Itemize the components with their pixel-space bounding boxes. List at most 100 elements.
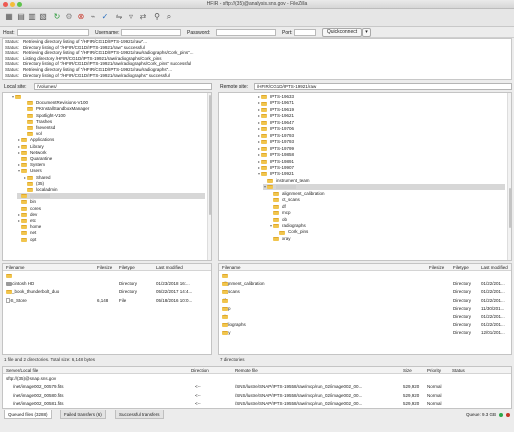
tree-item[interactable]: ▾ radiographs [269,223,505,229]
quickconnect-dropdown[interactable]: ▾ [362,28,371,37]
binoculars-icon[interactable]: ⌕ [164,12,174,22]
file-row[interactable]: .. [219,272,511,280]
site-manager-icon[interactable]: ▦ [4,12,14,22]
remote-path-input[interactable]: /HFIR/CG1D/IPTS-19921/raw [254,83,512,90]
tab-queued-files[interactable]: Queued files (3288) [4,410,52,419]
file-modified: 05/18/2016 10:0... [156,297,193,303]
col-filename[interactable]: Filename [6,264,25,271]
port-input[interactable] [294,29,316,36]
col-filetype[interactable]: Filetype [453,264,469,271]
queue-row[interactable]: /net/image002_00580.fits <-- /SNS/lustre/S… [3,392,511,400]
tree-item[interactable]: ▸ IPTS-19891 [257,159,505,165]
tab-successful-transfers[interactable]: Successful transfers [115,410,164,419]
file-type: Directory [453,289,472,295]
tree-item[interactable]: ▸ IPTS-19858 [257,152,505,158]
tree-item[interactable]: ▸ IPTS-19706 [257,126,505,132]
file-modified: 11/30/201... [481,305,505,311]
col-direction[interactable]: Direction [191,367,209,374]
col-filename[interactable]: Filename [222,264,241,271]
tree-item[interactable]: Cork_pins [275,229,505,235]
filter-icon[interactable]: ▿ [126,12,136,22]
tree-item[interactable]: ct_scans [269,197,505,203]
remote-file-list[interactable]: Filename Filesize Filetype Last modified… [218,263,512,355]
tree-item[interactable]: ▸ IPTS-19907 [257,165,505,171]
disconnect-icon[interactable]: ⌁ [88,12,98,22]
tree-item[interactable]: ▸ IPTS-19621 [257,113,505,119]
col-priority[interactable]: Priority [427,367,441,374]
tree-item[interactable]: ▸ IPTS-19793 [257,133,505,139]
reconnect-icon[interactable]: ✓ [100,12,110,22]
col-filesize[interactable]: Filesize [429,264,444,271]
file-row[interactable]: .DS_Store 6,148 File 05/18/2016 10:0... [3,297,211,305]
local-path-input[interactable]: /Volumes/ [34,83,212,90]
col-size[interactable]: Size [403,367,412,374]
file-row[interactable]: radiographs Directory 01/22/201... [219,321,511,329]
remote-directory-tree[interactable]: ▸ IPTS-19633 ▸ IPTS-19671 ▸ IPTS-19619 ▸ IPTS-1… [218,92,512,261]
username-input[interactable] [121,29,181,36]
remote-tree-scrollbar[interactable] [507,93,511,260]
tree-item-label: IPTS-19891 [270,158,295,164]
file-name: alignment_calibration [222,280,265,288]
search-icon[interactable]: ⚲ [152,12,162,22]
toggle-local-tree-icon[interactable]: ▥ [27,12,37,22]
tree-item[interactable]: mcp [269,210,505,216]
file-row[interactable]: xray Directory 12/01/201... [219,329,511,337]
tab-failed-transfers[interactable]: Failed transfers (6) [60,410,106,419]
tree-item[interactable]: ▾ IPTS-19921 [257,171,505,177]
tree-item[interactable]: ▸ IPTS-19793 [257,139,505,145]
tree-item[interactable]: ob [269,217,505,223]
col-status[interactable]: Status [452,367,465,374]
tree-item[interactable]: ▸ IPTS-19633 [257,94,505,100]
transfer-queue[interactable]: Server/Local file Direction Remote file … [2,366,512,409]
file-row[interactable]: ct_scans Directory 01/22/201... [219,288,511,296]
file-row[interactable]: df Directory 01/22/201... [219,297,511,305]
col-remote-file[interactable]: Remote file [235,367,258,374]
host-input[interactable] [17,29,89,36]
file-row[interactable]: mcp Directory 11/30/201... [219,305,511,313]
tree-item[interactable]: alignment_calibration [269,191,505,197]
tree-item[interactable]: opt [17,237,205,243]
tree-item[interactable]: instrument_team [263,178,505,184]
local-file-list[interactable]: Filename Filesize Filetype Last modified… [2,263,212,355]
quickconnect-bar: Host: Username: Password: Port: Quickcon… [0,27,514,38]
folder-icon [222,298,228,303]
col-last-modified[interactable]: Last modified [156,264,183,271]
col-filetype[interactable]: Filetype [119,264,135,271]
tree-item[interactable]: ▸ IPTS-19799 [257,146,505,152]
directory-comparison-icon[interactable]: ⇋ [114,12,124,22]
col-filesize[interactable]: Filesize [97,264,112,271]
folder-icon [21,212,27,217]
toggle-remote-tree-icon[interactable]: ▧ [38,12,48,22]
tree-item-label: IPTS-19793 [270,132,295,138]
sync-browsing-icon[interactable]: ⇄ [138,12,148,22]
refresh-icon[interactable]: ↻ [52,12,62,22]
local-tree-scrollbar[interactable] [207,93,211,260]
cancel-icon[interactable]: ⊗ [76,12,86,22]
process-queue-icon[interactable]: ⚙ [64,12,74,22]
tree-item[interactable]: df [269,204,505,210]
file-row[interactable]: alignment_calibration Directory 01/22/201.… [219,280,511,288]
file-row[interactable]: my_book_thunderbolt_duo Directory 05/22/20… [3,288,211,296]
file-row[interactable]: Macintosh HD Directory 01/23/2018 16:... [3,280,211,288]
remote-site-label: Remote site: [220,84,249,90]
tree-item[interactable]: ▸ IPTS-19671 [257,100,505,106]
queue-row[interactable]: /net/image002_00579.fits <-- /SNS/lustre/S… [3,383,511,391]
col-server-local-file[interactable]: Server/Local file [6,367,38,374]
folder-icon [261,127,267,132]
queue-row[interactable]: sftp://(35)@snap.sns.gov [3,375,511,383]
tree-item[interactable]: ▸ IPTS-19647 [257,120,505,126]
file-name: xray [222,329,231,337]
local-directory-tree[interactable]: ▾ DocumentRevisions-V100 PKInstallSandboxM… [2,92,212,261]
tree-item[interactable]: ▸ IPTS-19619 [257,107,505,113]
tree-item-selected[interactable]: ▾ [263,184,505,191]
file-type: Directory [453,330,472,336]
file-row[interactable]: ob Directory 01/22/201... [219,313,511,321]
password-input[interactable] [216,29,276,36]
toggle-log-icon[interactable]: ▤ [16,12,26,22]
queue-row[interactable]: /net/image002_00581.fits <-- /SNS/lustre/S… [3,400,511,408]
tree-item[interactable]: xray [269,236,505,242]
folder-icon [21,163,27,168]
quickconnect-button[interactable]: Quickconnect [322,28,362,37]
col-last-modified[interactable]: Last modified [481,264,508,271]
file-row[interactable]: .. [3,272,211,280]
